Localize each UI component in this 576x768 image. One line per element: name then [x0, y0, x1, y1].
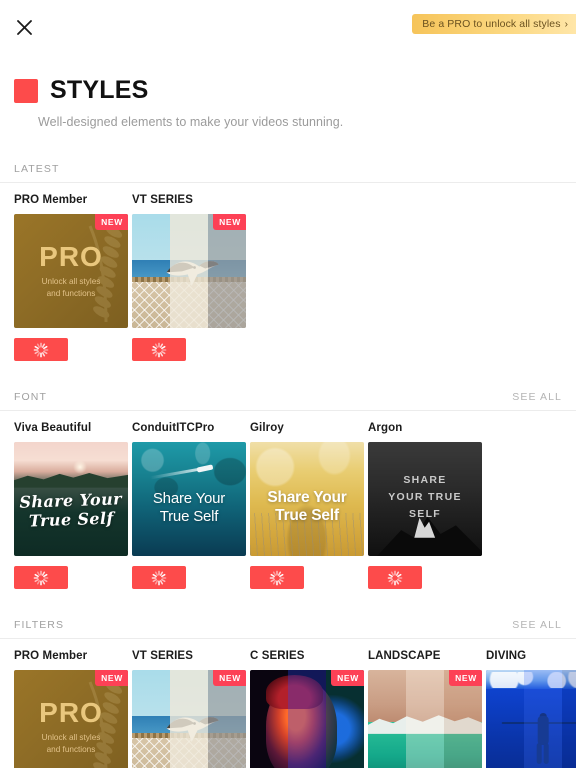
section-header: FILTERS SEE ALL	[0, 619, 576, 639]
style-card: PRO Member PRO Unlock all styles and func…	[14, 650, 128, 768]
card-title: C SERIES	[250, 650, 305, 662]
card-title: Viva Beautiful	[14, 422, 92, 434]
card-title: Gilroy	[250, 422, 284, 434]
artwork-diver	[486, 670, 576, 768]
artwork-aerial-water: Share Your True Self	[132, 442, 246, 556]
card-title: PRO Member	[14, 650, 88, 662]
card-title: ConduitITCPro	[132, 422, 215, 434]
artwork-caption: Share Your True Self	[152, 489, 226, 526]
section-latest: LATEST SEE ALL PRO Member PRO Unlock all…	[0, 163, 576, 361]
style-card: Viva Beautiful Share Your True Self	[14, 422, 128, 589]
sections-container: LATEST SEE ALL PRO Member PRO Unlock all…	[0, 163, 576, 768]
style-card: ConduitITCPro Share Your True Self	[132, 422, 246, 589]
title-row: STYLES	[14, 76, 562, 105]
download-spinner-icon	[32, 569, 50, 587]
card-title: Argon	[368, 422, 403, 434]
see-all-link[interactable]: SEE ALL	[512, 619, 562, 631]
styles-color-swatch	[14, 78, 38, 103]
pro-wordmark: PRO	[39, 696, 103, 728]
chevron-right-icon: ›	[564, 18, 568, 30]
artwork-dark-mountain: SHARE YOUR TRUE SELF	[368, 442, 482, 556]
download-spinner-icon	[32, 341, 50, 359]
artwork-seagull	[132, 214, 246, 328]
card-thumbnail[interactable]: Share Your True Self	[250, 442, 364, 556]
new-badge: NEW	[213, 670, 246, 686]
page-header: STYLES Well-designed elements to make yo…	[0, 54, 576, 129]
style-card: PRO Member PRO Unlock all styles and func…	[14, 194, 128, 361]
section-header: LATEST SEE ALL	[0, 163, 576, 183]
card-thumbnail[interactable]: NEW	[132, 214, 246, 328]
new-badge: NEW	[449, 670, 482, 686]
card-row[interactable]: Viva Beautiful Share Your True Self Condu…	[0, 411, 576, 589]
page-title: STYLES	[50, 76, 149, 104]
new-badge: NEW	[95, 214, 128, 230]
pro-subtext: Unlock all styles and functions	[41, 732, 101, 754]
card-title: LANDSCAPE	[368, 650, 441, 662]
new-badge: NEW	[331, 670, 364, 686]
new-badge: NEW	[95, 670, 128, 686]
styles-screen: Be a PRO to unlock all styles › STYLES W…	[0, 0, 576, 768]
artwork-caption: SHARE YOUR TRUE SELF	[388, 473, 462, 520]
card-thumbnail[interactable]: NEW	[368, 670, 482, 768]
download-spinner-icon	[150, 569, 168, 587]
page-subtitle: Well-designed elements to make your vide…	[38, 115, 344, 129]
style-card: DIVING	[486, 650, 576, 768]
section-title: FONT	[14, 391, 47, 403]
card-row[interactable]: PRO Member PRO Unlock all styles and func…	[0, 183, 576, 361]
style-card: VT SERIES NEW	[132, 194, 246, 361]
section-font: FONT SEE ALL Viva Beautiful Share Your Tr…	[0, 391, 576, 589]
download-button[interactable]	[250, 566, 304, 589]
section-filters: FILTERS SEE ALL PRO Member PRO Unlock al…	[0, 619, 576, 768]
card-thumbnail[interactable]: Share Your True Self	[132, 442, 246, 556]
download-spinner-icon	[386, 569, 404, 587]
laurel-icon	[88, 225, 123, 323]
download-button[interactable]	[14, 338, 68, 361]
card-title: PRO Member	[14, 194, 88, 206]
section-title: FILTERS	[14, 619, 65, 631]
artwork-pro-member: PRO Unlock all styles and functions	[14, 214, 128, 328]
card-thumbnail[interactable]: Share Your True Self	[14, 442, 128, 556]
artwork-sunset: Share Your True Self	[14, 442, 128, 556]
card-title: DIVING	[486, 650, 527, 662]
pro-wordmark: PRO	[39, 240, 103, 272]
download-button[interactable]	[132, 566, 186, 589]
card-title: VT SERIES	[132, 194, 193, 206]
download-button[interactable]	[132, 338, 186, 361]
pro-upsell-banner[interactable]: Be a PRO to unlock all styles ›	[412, 14, 576, 34]
download-spinner-icon	[268, 569, 286, 587]
card-thumbnail[interactable]: NEW	[250, 670, 364, 768]
section-header: FONT SEE ALL	[0, 391, 576, 411]
card-thumbnail[interactable]: NEW	[132, 670, 246, 768]
card-thumbnail[interactable]	[486, 670, 576, 768]
style-card: Argon SHARE YOUR TRUE SELF	[368, 422, 482, 589]
pro-banner-label: Be a PRO to unlock all styles	[422, 18, 561, 30]
download-button[interactable]	[14, 566, 68, 589]
close-icon[interactable]	[10, 13, 38, 41]
pro-subtext: Unlock all styles and functions	[41, 276, 101, 298]
style-card: C SERIES NEW	[250, 650, 364, 768]
card-thumbnail[interactable]: SHARE YOUR TRUE SELF	[368, 442, 482, 556]
card-row[interactable]: PRO Member PRO Unlock all styles and func…	[0, 639, 576, 768]
see-all-link[interactable]: SEE ALL	[512, 391, 562, 403]
card-thumbnail[interactable]: PRO Unlock all styles and functions NEW	[14, 214, 128, 328]
artwork-caption: Share Your True Self	[267, 488, 347, 525]
style-card: LANDSCAPE NEW	[368, 650, 482, 768]
card-thumbnail[interactable]: PRO Unlock all styles and functions NEW	[14, 670, 128, 768]
section-title: LATEST	[14, 163, 60, 175]
artwork-caption: Share Your True Self	[19, 489, 123, 531]
card-title: VT SERIES	[132, 650, 193, 662]
new-badge: NEW	[213, 214, 246, 230]
download-button[interactable]	[368, 566, 422, 589]
top-bar: Be a PRO to unlock all styles ›	[0, 0, 576, 54]
style-card: VT SERIES NEW	[132, 650, 246, 768]
artwork-yellow-field: Share Your True Self	[250, 442, 364, 556]
download-spinner-icon	[150, 341, 168, 359]
style-card: Gilroy Share Your True Self	[250, 422, 364, 589]
